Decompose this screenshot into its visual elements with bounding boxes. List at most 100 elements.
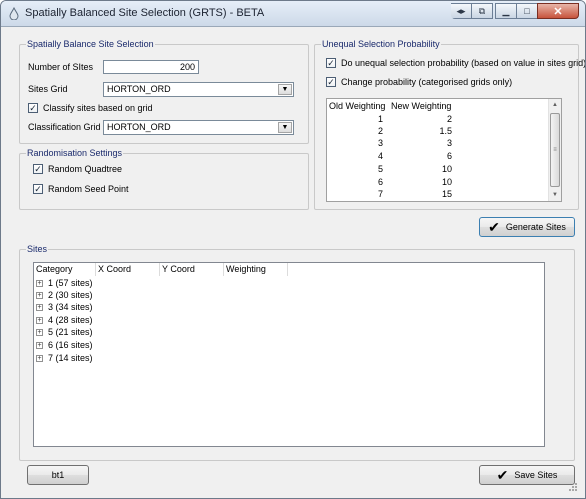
check-icon: ✓ (33, 164, 43, 174)
list-item[interactable]: + 1 (57 sites) (36, 277, 93, 289)
plus-expander-icon[interactable]: + (36, 316, 43, 324)
old-weighting-cell[interactable]: 3 (378, 137, 383, 149)
table-row[interactable]: 1 2 (327, 113, 547, 125)
sites-grid-select[interactable]: HORTON_ORD ▼ (103, 82, 294, 97)
table-row[interactable]: 2 1.5 (327, 125, 547, 137)
sites-tree[interactable]: Category X Coord Y Coord Weighting + 1 (… (33, 262, 545, 447)
old-weighting-cell[interactable]: 4 (378, 150, 383, 162)
check-icon: ✓ (326, 58, 336, 68)
check-icon: ✓ (28, 103, 38, 113)
new-weighting-cell[interactable]: 6 (447, 150, 452, 162)
save-sites-button[interactable]: ✔ Save Sites (479, 465, 575, 485)
table-row[interactable]: 7 15 (327, 188, 547, 200)
check-icon: ✓ (326, 77, 336, 87)
minimize-button[interactable]: ▁ (495, 3, 517, 19)
plus-expander-icon[interactable]: + (36, 279, 43, 287)
random-seed-checkbox[interactable]: ✓ Random Seed Point (33, 184, 129, 194)
table-row[interactable]: 4 6 (327, 150, 547, 162)
window-title: Spatially Balanced Site Selection (GRTS)… (25, 7, 265, 19)
unequal-legend: Unequal Selection Probability (321, 39, 441, 49)
old-weighting-cell[interactable]: 1 (378, 113, 383, 125)
extra-controls: ◂▸ ⧉ (451, 3, 493, 19)
change-probability-label: Change probability (categorised grids on… (341, 77, 513, 87)
title-bar[interactable]: Spatially Balanced Site Selection (GRTS)… (1, 1, 585, 27)
random-quadtree-label: Random Quadtree (48, 164, 123, 174)
maximize-button[interactable]: □ (516, 3, 538, 19)
old-weighting-cell[interactable]: 2 (378, 125, 383, 137)
list-item[interactable]: + 7 (14 sites) (36, 352, 93, 364)
list-item[interactable]: + 3 (34 sites) (36, 301, 93, 313)
column-y-coord[interactable]: Y Coord (160, 263, 224, 276)
do-unequal-checkbox[interactable]: ✓ Do unequal selection probability (base… (326, 58, 586, 68)
list-item[interactable]: + 2 (30 sites) (36, 289, 93, 301)
generate-sites-button[interactable]: ✔ Generate Sites (479, 217, 575, 237)
generate-sites-label: Generate Sites (505, 222, 566, 232)
class-grid-label: Classification Grid (28, 122, 101, 132)
sites-tree-header: Category X Coord Y Coord Weighting (34, 263, 288, 276)
plus-expander-icon[interactable]: + (36, 328, 43, 336)
app-icon (9, 7, 19, 20)
new-weighting-cell[interactable]: 10 (442, 163, 452, 175)
weighting-grid[interactable]: Old Weighting New Weighting 1 2 2 1.5 3 … (326, 98, 562, 202)
scroll-down-icon[interactable]: ▼ (549, 189, 561, 201)
close-button[interactable]: ✕ (537, 3, 579, 19)
new-weighting-cell[interactable]: 1.5 (439, 125, 452, 137)
unequal-probability-group: Unequal Selection Probability ✓ Do unequ… (314, 39, 585, 210)
list-item[interactable]: + 5 (21 sites) (36, 326, 93, 338)
category-label: 4 (28 sites) (48, 315, 93, 325)
bt1-label: bt1 (51, 470, 65, 480)
save-sites-label: Save Sites (514, 470, 558, 480)
checkmark-icon: ✔ (488, 219, 500, 235)
scroll-up-icon[interactable]: ▲ (549, 99, 561, 111)
do-unequal-label: Do unequal selection probability (based … (341, 58, 586, 68)
table-row[interactable]: 6 10 (327, 176, 547, 188)
column-weighting[interactable]: Weighting (224, 263, 288, 276)
new-weighting-cell[interactable]: 2 (447, 113, 452, 125)
num-sites-input[interactable]: 200 (103, 60, 199, 74)
main-window: Spatially Balanced Site Selection (GRTS)… (0, 0, 586, 499)
plus-expander-icon[interactable]: + (36, 341, 43, 349)
window-controls: ◂▸ ⧉ ▁ □ ✕ (451, 3, 579, 19)
table-row[interactable]: 5 10 (327, 163, 547, 175)
new-weighting-cell[interactable]: 15 (442, 188, 452, 200)
chevron-down-icon[interactable]: ▼ (278, 122, 292, 133)
new-weighting-cell[interactable]: 3 (447, 137, 452, 149)
sites-group: Sites Category X Coord Y Coord Weighting… (19, 244, 575, 461)
check-icon: ✓ (33, 184, 43, 194)
plus-expander-icon[interactable]: + (36, 354, 43, 362)
chevron-down-icon[interactable]: ▼ (278, 84, 292, 95)
class-grid-value: HORTON_ORD (107, 122, 171, 132)
weighting-grid-scrollbar[interactable]: ▲ ≡ ▼ (548, 99, 561, 201)
old-weighting-cell[interactable]: 5 (378, 163, 383, 175)
column-category[interactable]: Category (34, 263, 96, 276)
checkmark-icon: ✔ (496, 467, 509, 483)
plus-expander-icon[interactable]: + (36, 303, 43, 311)
bt1-button[interactable]: bt1 (27, 465, 89, 485)
classify-checkbox[interactable]: ✓ Classify sites based on grid (28, 103, 153, 113)
randomisation-legend: Randomisation Settings (26, 148, 124, 158)
site-selection-group: Spatially Balance Site Selection Number … (19, 39, 309, 144)
restore-icon[interactable]: ⧉ (471, 3, 493, 19)
new-weighting-cell[interactable]: 10 (442, 176, 452, 188)
class-grid-select[interactable]: HORTON_ORD ▼ (103, 120, 294, 135)
new-weighting-header: New Weighting (391, 101, 452, 111)
column-x-coord[interactable]: X Coord (96, 263, 160, 276)
category-label: 3 (34 sites) (48, 302, 93, 312)
category-label: 1 (57 sites) (48, 278, 93, 288)
category-label: 5 (21 sites) (48, 327, 93, 337)
random-quadtree-checkbox[interactable]: ✓ Random Quadtree (33, 164, 122, 174)
scroll-thumb[interactable]: ≡ (550, 113, 560, 187)
old-weighting-cell[interactable]: 6 (378, 176, 383, 188)
resize-grip-icon[interactable] (565, 481, 579, 493)
num-sites-label: Number of SItes (28, 62, 94, 72)
change-probability-checkbox[interactable]: ✓ Change probability (categorised grids … (326, 77, 512, 87)
table-row[interactable]: 3 3 (327, 137, 547, 149)
plus-expander-icon[interactable]: + (36, 291, 43, 299)
sites-grid-value: HORTON_ORD (107, 84, 171, 94)
site-selection-legend: Spatially Balance Site Selection (26, 39, 155, 49)
category-label: 2 (30 sites) (48, 290, 93, 300)
old-weighting-cell[interactable]: 7 (378, 188, 383, 200)
list-item[interactable]: + 6 (16 sites) (36, 339, 93, 351)
list-item[interactable]: + 4 (28 sites) (36, 314, 93, 326)
back-forward-icon[interactable]: ◂▸ (451, 3, 472, 19)
